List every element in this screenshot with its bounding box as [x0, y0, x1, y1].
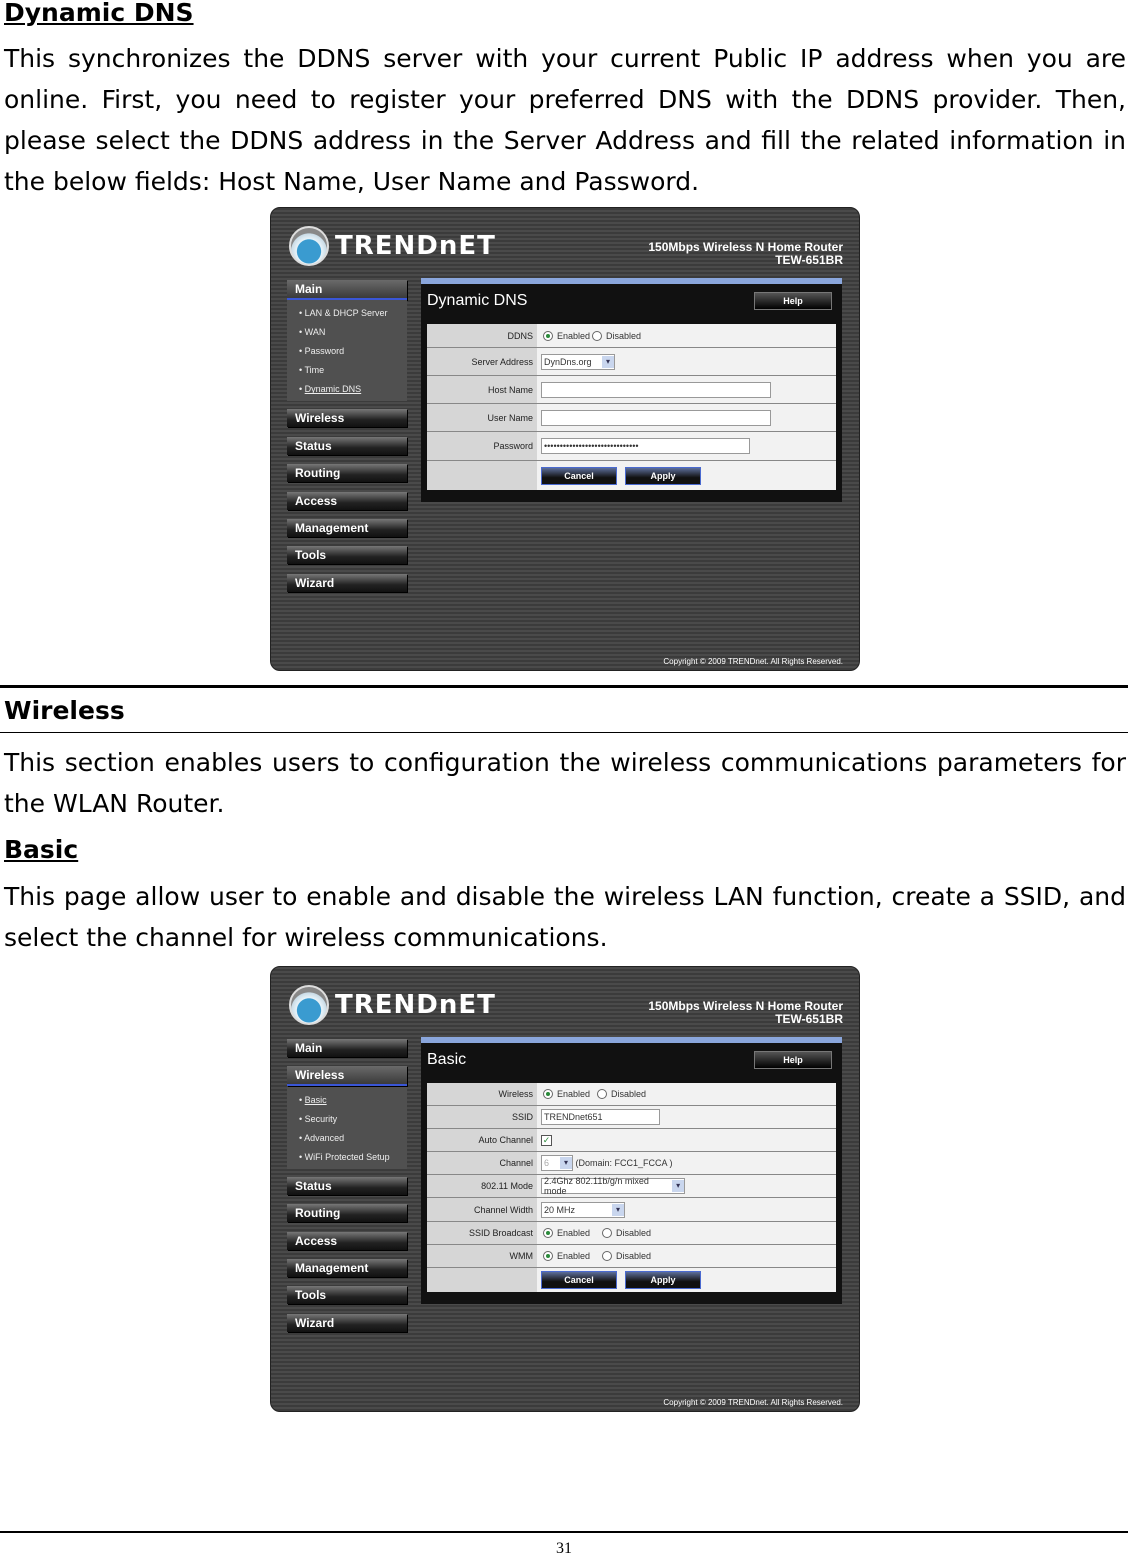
auto-channel-checkbox[interactable]: ✓ — [541, 1134, 552, 1146]
password-input[interactable]: •••••••••••••••••••••••••••••• — [541, 438, 750, 454]
basic-form: Wireless Enabled Disabled SSID TRENDnet651… — [427, 1083, 836, 1292]
ddns-form: DDNS Enabled Disabled Server Address DynDns… — [427, 324, 836, 490]
channel-width-select[interactable]: 20 MHz ▾ — [541, 1201, 625, 1218]
chevron-down-icon: ▾ — [560, 1157, 572, 1169]
ssid-input[interactable]: TRENDnet651 — [541, 1109, 660, 1125]
copyright: Copyright © 2009 TRENDnet. All Rights Re… — [663, 657, 843, 666]
submenu-main: • LAN & DHCP Server • WAN • Password • T… — [287, 300, 407, 402]
nav-routing[interactable]: Routing — [287, 464, 407, 483]
wmm-disabled-radio[interactable] — [602, 1251, 613, 1261]
copyright: Copyright © 2009 TRENDnet. All Rights Re… — [663, 1398, 843, 1407]
submenu-time[interactable]: • Time — [287, 361, 407, 380]
submenu-wan[interactable]: • WAN — [287, 323, 407, 342]
paragraph-dynamic-dns: This synchronizes the DDNS server with y… — [4, 44, 1126, 196]
nav-status[interactable]: Status — [287, 1176, 407, 1195]
sidebar: Main Wireless • Basic • Security • Advan… — [287, 1039, 407, 1341]
panel-title: Dynamic DNS — [427, 292, 528, 309]
help-button[interactable]: Help — [754, 1051, 832, 1069]
router-screenshot-ddns: TRENDnET 150Mbps Wireless N Home Router T… — [270, 207, 860, 671]
broadcast-enabled-radio[interactable] — [543, 1228, 553, 1238]
channel-select[interactable]: 6 ▾ — [541, 1155, 573, 1171]
nav-main[interactable]: Main — [287, 280, 407, 300]
page-number: 31 — [556, 1540, 572, 1557]
nav-management[interactable]: Management — [287, 518, 407, 537]
footer-divider — [0, 1531, 1128, 1533]
nav-wireless[interactable]: Wireless — [287, 409, 407, 428]
apply-button[interactable]: Apply — [625, 466, 701, 485]
panel-title: Basic — [427, 1051, 467, 1068]
nav-routing[interactable]: Routing — [287, 1204, 407, 1223]
nav-tools[interactable]: Tools — [287, 546, 407, 565]
nav-tools[interactable]: Tools — [287, 1286, 407, 1305]
mode-select[interactable]: 2.4Ghz 802.11b/g/n mixed mode ▾ — [541, 1176, 685, 1196]
paragraph-wireless: This section enables users to configurat… — [4, 748, 1126, 818]
product-name: 150Mbps Wireless N Home Router TEW-651BR — [648, 240, 843, 267]
submenu-advanced[interactable]: • Advanced — [287, 1129, 407, 1148]
divider — [0, 685, 1128, 688]
submenu-dynamic-dns[interactable]: • Dynamic DNS — [287, 380, 407, 399]
ddns-panel: Dynamic DNS Help DDNS Enabled Disabled Serv… — [421, 278, 842, 502]
apply-button[interactable]: Apply — [625, 1271, 701, 1289]
sidebar: Main • LAN & DHCP Server • WAN • Passwor… — [287, 280, 407, 601]
ddns-enabled-radio[interactable] — [543, 330, 553, 341]
wireless-disabled-radio[interactable] — [597, 1089, 608, 1099]
wmm-enabled-radio[interactable] — [543, 1251, 553, 1261]
router-screenshot-basic: TRENDnET 150Mbps Wireless N Home Router T… — [270, 966, 860, 1412]
nav-wizard[interactable]: Wizard — [287, 1313, 407, 1332]
product-name: 150Mbps Wireless N Home Router TEW-651BR — [648, 999, 843, 1026]
nav-access[interactable]: Access — [287, 491, 407, 510]
nav-status[interactable]: Status — [287, 436, 407, 455]
chevron-down-icon: ▾ — [612, 1203, 624, 1216]
heading-dynamic-dns: Dynamic DNS — [4, 0, 194, 27]
ddns-disabled-radio[interactable] — [592, 330, 603, 341]
heading-wireless: Wireless — [4, 696, 125, 725]
server-address-select[interactable]: DynDns.org ▾ — [541, 353, 615, 370]
nav-main[interactable]: Main — [287, 1039, 407, 1057]
nav-wireless[interactable]: Wireless — [287, 1066, 407, 1087]
submenu-security[interactable]: • Security — [287, 1110, 407, 1129]
divider — [0, 732, 1128, 733]
user-name-input[interactable] — [541, 409, 771, 426]
wireless-enabled-radio[interactable] — [543, 1089, 553, 1099]
cancel-button[interactable]: Cancel — [541, 466, 617, 485]
nav-wizard[interactable]: Wizard — [287, 573, 407, 592]
trendnet-globe-icon — [289, 985, 329, 1025]
cancel-button[interactable]: Cancel — [541, 1271, 617, 1289]
paragraph-basic: This page allow user to enable and disab… — [4, 882, 1126, 952]
heading-basic: Basic — [4, 835, 79, 864]
submenu-wps[interactable]: • WiFi Protected Setup — [287, 1148, 407, 1167]
submenu-password[interactable]: • Password — [287, 342, 407, 361]
basic-panel: Basic Help Wireless Enabled Disabled SSID T… — [421, 1037, 842, 1304]
submenu-wireless: • Basic • Security • Advanced • WiFi Pro… — [287, 1086, 407, 1169]
nav-management[interactable]: Management — [287, 1258, 407, 1277]
host-name-input[interactable] — [541, 381, 771, 398]
submenu-lan-dhcp[interactable]: • LAN & DHCP Server — [287, 304, 407, 323]
submenu-basic[interactable]: • Basic — [287, 1091, 407, 1110]
trendnet-logo: TRENDnET — [289, 985, 496, 1025]
trendnet-globe-icon — [289, 226, 329, 266]
help-button[interactable]: Help — [754, 292, 832, 310]
nav-access[interactable]: Access — [287, 1231, 407, 1250]
broadcast-disabled-radio[interactable] — [602, 1228, 613, 1238]
trendnet-logo: TRENDnET — [289, 226, 496, 266]
chevron-down-icon: ▾ — [602, 355, 614, 368]
chevron-down-icon: ▾ — [672, 1180, 684, 1192]
